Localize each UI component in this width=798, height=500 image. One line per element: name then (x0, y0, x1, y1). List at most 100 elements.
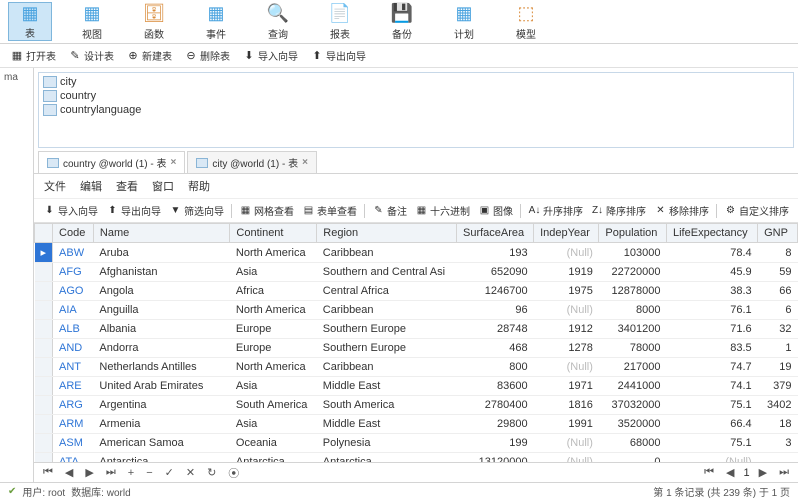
table-row[interactable]: AREUnited Arab EmiratesAsiaMiddle East83… (35, 377, 798, 396)
cell-Continent[interactable]: Europe (230, 320, 317, 339)
cell-Region[interactable]: Caribbean (317, 358, 457, 377)
grid-tool-筛选向导[interactable]: ▼筛选向导 (166, 202, 227, 219)
cell-Region[interactable]: Antarctica (317, 453, 457, 463)
page-next-icon[interactable]: ▶ (756, 466, 770, 479)
cell-IndepYear[interactable]: 1975 (534, 282, 599, 301)
sub-tool-导出向导[interactable]: ⬆导出向导 (306, 47, 370, 64)
cell-SurfaceArea[interactable]: 468 (456, 339, 533, 358)
cell-Population[interactable]: 217000 (599, 358, 667, 377)
cell-GNP[interactable]: 18 (758, 415, 798, 434)
menu-文件[interactable]: 文件 (44, 178, 66, 194)
page-first-icon[interactable]: ⏮ (701, 466, 717, 479)
cell-GNP[interactable]: 6 (758, 301, 798, 320)
main-tool-模型[interactable]: ⬚模型 (504, 2, 548, 41)
menu-帮助[interactable]: 帮助 (188, 178, 210, 194)
table-row[interactable]: AFGAfghanistanAsiaSouthern and Central A… (35, 263, 798, 282)
object-city[interactable]: city (43, 75, 789, 89)
table-row[interactable]: ARMArmeniaAsiaMiddle East298001991352000… (35, 415, 798, 434)
table-row[interactable]: ▸ABWArubaNorth AmericaCaribbean193(Null)… (35, 243, 798, 263)
cell-Continent[interactable]: South America (230, 396, 317, 415)
cell-LifeExpectancy[interactable]: 71.6 (667, 320, 758, 339)
cell-Code[interactable]: ASM (53, 434, 94, 453)
cell-LifeExpectancy[interactable]: 66.4 (667, 415, 758, 434)
grid-tool-图像[interactable]: ▣图像 (475, 202, 516, 219)
sub-tool-设计表[interactable]: ✎设计表 (64, 47, 118, 64)
page-prev-icon[interactable]: ◀ (723, 466, 737, 479)
cell-LifeExpectancy[interactable]: 74.7 (667, 358, 758, 377)
data-grid[interactable]: CodeNameContinentRegionSurfaceAreaIndepY… (34, 223, 798, 462)
nav-cancel-icon[interactable]: ✕ (183, 466, 198, 479)
cell-Region[interactable]: Caribbean (317, 243, 457, 263)
cell-Name[interactable]: Argentina (93, 396, 229, 415)
cell-LifeExpectancy[interactable]: (Null) (667, 453, 758, 463)
cell-SurfaceArea[interactable]: 652090 (456, 263, 533, 282)
grid-tool-网格查看[interactable]: ▦网格查看 (236, 202, 297, 219)
grid-tool-表单查看[interactable]: ▤表单查看 (299, 202, 360, 219)
main-tool-事件[interactable]: ▦事件 (194, 2, 238, 41)
cell-Continent[interactable]: North America (230, 358, 317, 377)
cell-Name[interactable]: Andorra (93, 339, 229, 358)
cell-Name[interactable]: Anguilla (93, 301, 229, 320)
nav-add-icon[interactable]: + (125, 467, 137, 479)
cell-IndepYear[interactable]: 1912 (534, 320, 599, 339)
cell-IndepYear[interactable]: 1971 (534, 377, 599, 396)
cell-Code[interactable]: ARG (53, 396, 94, 415)
cell-IndepYear[interactable]: 1991 (534, 415, 599, 434)
sub-tool-导入向导[interactable]: ⬇导入向导 (238, 47, 302, 64)
cell-Name[interactable]: Afghanistan (93, 263, 229, 282)
cell-LifeExpectancy[interactable]: 74.1 (667, 377, 758, 396)
nav-refresh-icon[interactable]: ↻ (204, 466, 219, 479)
cell-Population[interactable]: 8000 (599, 301, 667, 320)
grid-tool-备注[interactable]: ✎备注 (369, 202, 410, 219)
close-icon[interactable]: × (171, 157, 177, 168)
cell-Code[interactable]: ANT (53, 358, 94, 377)
cell-Code[interactable]: ARE (53, 377, 94, 396)
cell-GNP[interactable]: 1 (758, 339, 798, 358)
cell-Population[interactable]: 37032000 (599, 396, 667, 415)
cell-Code[interactable]: AGO (53, 282, 94, 301)
cell-Region[interactable]: Middle East (317, 415, 457, 434)
table-row[interactable]: ARGArgentinaSouth AmericaSouth America27… (35, 396, 798, 415)
cell-LifeExpectancy[interactable]: 76.1 (667, 301, 758, 320)
cell-GNP[interactable]: 379 (758, 377, 798, 396)
close-icon[interactable]: × (302, 157, 308, 168)
cell-Region[interactable]: South America (317, 396, 457, 415)
nav-first-icon[interactable]: ⏮ (40, 466, 56, 479)
col-Region[interactable]: Region (317, 224, 457, 243)
tab[interactable]: country @world (1) - 表× (38, 151, 185, 173)
cell-Region[interactable]: Caribbean (317, 301, 457, 320)
cell-Population[interactable]: 78000 (599, 339, 667, 358)
cell-GNP[interactable]: 3 (758, 434, 798, 453)
cell-Region[interactable]: Southern Europe (317, 339, 457, 358)
menu-查看[interactable]: 查看 (116, 178, 138, 194)
cell-LifeExpectancy[interactable]: 78.4 (667, 243, 758, 263)
cell-IndepYear[interactable]: 1816 (534, 396, 599, 415)
col-GNP[interactable]: GNP (758, 224, 798, 243)
col-Code[interactable]: Code (53, 224, 94, 243)
object-country[interactable]: country (43, 89, 789, 103)
cell-LifeExpectancy[interactable]: 75.1 (667, 396, 758, 415)
cell-SurfaceArea[interactable]: 83600 (456, 377, 533, 396)
cell-Name[interactable]: Antarctica (93, 453, 229, 463)
main-tool-报表[interactable]: 📄报表 (318, 2, 362, 41)
main-tool-函数[interactable]: 🗄函数 (132, 2, 176, 41)
main-tool-备份[interactable]: 💾备份 (380, 2, 424, 41)
page-last-icon[interactable]: ⏭ (776, 466, 792, 479)
nav-last-icon[interactable]: ⏭ (103, 466, 119, 479)
table-row[interactable]: AGOAngolaAfricaCentral Africa12467001975… (35, 282, 798, 301)
grid-tool-导出向导[interactable]: ⬆导出向导 (103, 202, 164, 219)
cell-IndepYear[interactable]: 1278 (534, 339, 599, 358)
cell-GNP[interactable]: 3402 (758, 396, 798, 415)
col-SurfaceArea[interactable]: SurfaceArea (456, 224, 533, 243)
main-tool-表[interactable]: ▦表 (8, 2, 52, 41)
cell-SurfaceArea[interactable]: 193 (456, 243, 533, 263)
col-Continent[interactable]: Continent (230, 224, 317, 243)
cell-Continent[interactable]: Antarctica (230, 453, 317, 463)
cell-SurfaceArea[interactable]: 2780400 (456, 396, 533, 415)
cell-Code[interactable]: AND (53, 339, 94, 358)
grid-tool-移除排序[interactable]: ✕移除排序 (651, 202, 712, 219)
nav-check-icon[interactable]: ✓ (162, 466, 177, 479)
cell-IndepYear[interactable]: 1919 (534, 263, 599, 282)
sub-tool-新建表[interactable]: ⊕新建表 (122, 47, 176, 64)
cell-Continent[interactable]: North America (230, 301, 317, 320)
